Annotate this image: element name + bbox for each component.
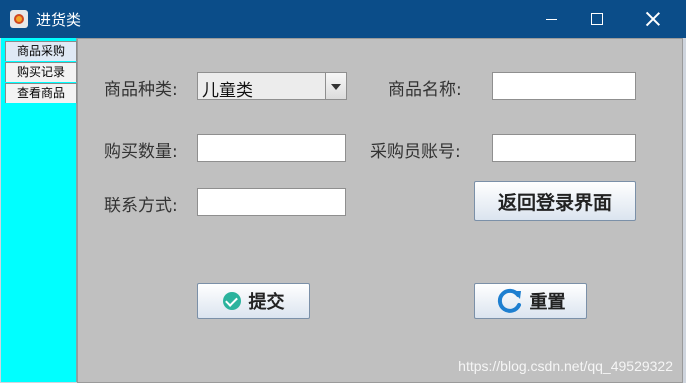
- return-login-button[interactable]: 返回登录界面: [474, 181, 636, 221]
- reset-button[interactable]: 重置: [474, 283, 587, 319]
- minimize-button[interactable]: [528, 0, 574, 38]
- chevron-down-icon[interactable]: [325, 73, 346, 99]
- minimize-icon: [545, 18, 557, 20]
- check-circle-icon: [222, 292, 241, 310]
- submit-button[interactable]: 提交: [197, 283, 310, 319]
- tab-strip: 商品采购 购买记录 查看商品: [1, 38, 77, 382]
- reset-label: 重置: [529, 292, 566, 313]
- return-login-label: 返回登录界面: [497, 191, 612, 214]
- product-name-field[interactable]: [492, 72, 636, 100]
- quantity-field[interactable]: [197, 134, 346, 162]
- tab-purchase-records[interactable]: 购买记录: [5, 62, 77, 82]
- buyer-account-field[interactable]: [492, 134, 636, 162]
- tab-purchase[interactable]: 商品采购: [5, 41, 77, 61]
- category-selected-value: 儿童类: [202, 81, 253, 101]
- submit-label: 提交: [248, 292, 285, 313]
- maximize-button[interactable]: [574, 0, 620, 38]
- window-body: 商品采购 购买记录 查看商品 商品种类: 儿童类 商品名称: 购买数量: 采购员…: [0, 38, 686, 383]
- quantity-label: 购买数量:: [104, 142, 178, 162]
- java-coffee-icon: [10, 10, 28, 28]
- window-title: 进货类: [36, 11, 82, 29]
- close-button[interactable]: [630, 0, 676, 38]
- contact-field[interactable]: [197, 188, 346, 216]
- refresh-icon: [497, 288, 521, 313]
- product-name-label: 商品名称:: [388, 80, 462, 100]
- contact-label: 联系方式:: [104, 196, 178, 216]
- tab-view-products[interactable]: 查看商品: [5, 83, 77, 103]
- purchase-form-panel: 商品种类: 儿童类 商品名称: 购买数量: 采购员账号: 联系方式: 返回登录界…: [77, 38, 683, 383]
- watermark-text: https://blog.csdn.net/qq_49529322: [458, 358, 673, 374]
- close-icon: [646, 12, 660, 26]
- title-bar: 进货类: [0, 0, 686, 38]
- buyer-account-label: 采购员账号:: [370, 142, 461, 162]
- maximize-icon: [591, 13, 603, 25]
- category-select[interactable]: 儿童类: [197, 72, 347, 101]
- category-label: 商品种类:: [104, 80, 178, 100]
